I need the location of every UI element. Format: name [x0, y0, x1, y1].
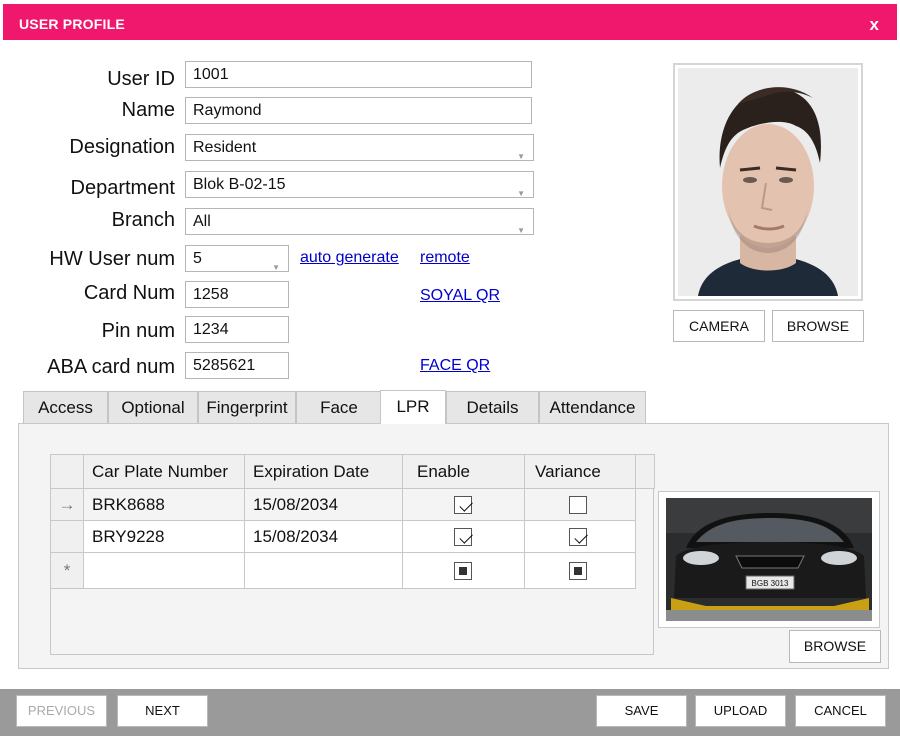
soyal-qr-link[interactable]: SOYAL QR [420, 287, 500, 305]
variance-cell [524, 552, 636, 589]
user-id-field[interactable]: 1001 [185, 61, 532, 88]
variance-cell [524, 520, 636, 553]
current-row-indicator: → [50, 488, 84, 521]
expiry-cell[interactable] [244, 552, 403, 589]
row-filler [636, 521, 655, 553]
tab-access[interactable]: Access [23, 391, 108, 423]
upload-button[interactable]: UPLOAD [695, 695, 786, 727]
user-id-label: User ID [107, 68, 175, 90]
column-header-plate[interactable]: Car Plate Number [83, 454, 245, 489]
plate-cell[interactable]: BRY9228 [83, 520, 245, 553]
new-table-row[interactable]: * [50, 552, 655, 589]
card-num-label: Card Num [83, 282, 175, 304]
tab-optional[interactable]: Optional [108, 391, 198, 423]
designation-select[interactable]: Resident ▼ [185, 134, 534, 161]
face-qr-link[interactable]: FACE QR [420, 357, 490, 375]
row-header-corner [50, 454, 84, 489]
chevron-down-icon: ▼ [517, 226, 525, 235]
chevron-down-icon: ▼ [517, 189, 525, 198]
row-filler [636, 553, 655, 589]
avatar [678, 68, 858, 296]
variance-checkbox[interactable] [569, 496, 587, 515]
name-field[interactable]: Raymond [185, 97, 532, 124]
auto-generate-link[interactable]: auto generate [300, 249, 399, 267]
tab-details[interactable]: Details [446, 391, 539, 423]
tab-fingerprint[interactable]: Fingerprint [198, 391, 296, 423]
department-label: Department [70, 177, 176, 199]
expiry-cell[interactable]: 15/08/2034 [244, 520, 403, 553]
car-photo-icon: BGB 3013 [666, 498, 872, 621]
remote-link[interactable]: remote [420, 249, 470, 267]
user-photo [673, 63, 863, 301]
previous-button[interactable]: PREVIOUS [16, 695, 107, 727]
pin-num-label: Pin num [101, 320, 175, 342]
plate-cell[interactable]: BRK8688 [83, 488, 245, 521]
aba-card-num-field[interactable]: 5285621 [185, 352, 289, 379]
car-image-frame: BGB 3013 [658, 491, 880, 628]
browse-photo-button[interactable]: BROWSE [772, 310, 864, 342]
card-num-field[interactable]: 1258 [185, 281, 289, 308]
branch-value: All [193, 213, 211, 230]
branch-label: Branch [111, 209, 175, 231]
enable-cell [402, 552, 525, 589]
plate-cell[interactable] [83, 552, 245, 589]
tab-face[interactable]: Face [296, 391, 382, 423]
designation-value: Resident [193, 139, 257, 156]
car-image: BGB 3013 [666, 498, 872, 621]
name-label: Name [121, 99, 175, 121]
enable-checkbox[interactable] [454, 496, 472, 515]
enable-cell [402, 520, 525, 553]
cancel-button[interactable]: CANCEL [795, 695, 886, 727]
designation-label: Designation [69, 136, 175, 158]
department-value: Blok B-02-15 [193, 176, 286, 193]
window-title: USER PROFILE [19, 16, 125, 32]
close-icon[interactable]: x [870, 15, 879, 35]
chevron-down-icon: ▼ [517, 152, 525, 161]
enable-checkbox[interactable] [454, 562, 472, 581]
footer-bar: PREVIOUS NEXT SAVE UPLOAD CANCEL [0, 689, 900, 736]
column-header-filler [635, 454, 655, 489]
tab-attendance[interactable]: Attendance [539, 391, 646, 423]
enable-checkbox[interactable] [454, 528, 472, 547]
hw-user-num-value: 5 [193, 250, 202, 267]
table-row[interactable]: → BRK8688 15/08/2034 [50, 488, 655, 521]
enable-cell [402, 488, 525, 521]
car-plate-text: BGB 3013 [752, 579, 789, 588]
column-header-enable[interactable]: Enable [402, 454, 525, 489]
camera-button[interactable]: CAMERA [673, 310, 765, 342]
name-value: Raymond [193, 102, 262, 119]
new-row-indicator: * [50, 552, 84, 589]
aba-card-num-label: ABA card num [47, 356, 175, 378]
column-header-expiry[interactable]: Expiration Date [244, 454, 403, 489]
branch-select[interactable]: All ▼ [185, 208, 534, 235]
card-num-value: 1258 [193, 286, 229, 303]
column-header-variance[interactable]: Variance [524, 454, 636, 489]
pin-num-value: 1234 [193, 321, 229, 338]
aba-card-num-value: 5285621 [193, 357, 256, 374]
title-bar: USER PROFILE x [3, 4, 897, 40]
variance-checkbox[interactable] [569, 528, 587, 547]
browse-car-button[interactable]: BROWSE [789, 630, 881, 663]
save-button[interactable]: SAVE [596, 695, 687, 727]
tab-lpr[interactable]: LPR [380, 390, 446, 424]
expiry-cell[interactable]: 15/08/2034 [244, 488, 403, 521]
next-button[interactable]: NEXT [117, 695, 208, 727]
chevron-down-icon: ▼ [272, 263, 280, 272]
row-indicator [50, 520, 84, 553]
lpr-table: Car Plate Number Expiration Date Enable … [50, 454, 655, 589]
row-filler [636, 489, 655, 521]
user-id-value: 1001 [193, 66, 229, 83]
hw-user-num-select[interactable]: 5 ▼ [185, 245, 289, 272]
hw-user-num-label: HW User num [49, 248, 175, 270]
variance-checkbox[interactable] [569, 562, 587, 581]
person-portrait-icon [678, 68, 858, 296]
table-header-row: Car Plate Number Expiration Date Enable … [50, 454, 655, 489]
table-row[interactable]: BRY9228 15/08/2034 [50, 520, 655, 553]
variance-cell [524, 488, 636, 521]
department-select[interactable]: Blok B-02-15 ▼ [185, 171, 534, 198]
pin-num-field[interactable]: 1234 [185, 316, 289, 343]
